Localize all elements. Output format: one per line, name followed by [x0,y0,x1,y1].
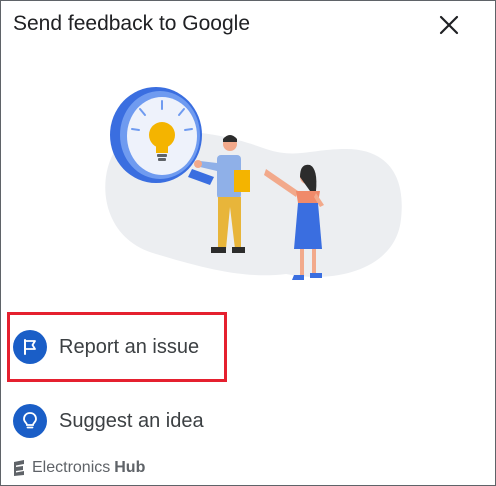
close-icon [439,15,459,35]
report-issue-option[interactable]: Report an issue [9,323,199,371]
lightbulb-icon [13,404,47,438]
report-issue-label: Report an issue [59,335,200,358]
electronics-hub-logo-icon [14,460,24,476]
watermark: Electronics Hub [11,459,145,477]
suggest-idea-label: Suggest an idea [59,409,204,432]
flag-icon [13,330,47,364]
feedback-dialog: Send feedback to Google Report an issue … [0,0,496,486]
watermark-brand-bold: Hub [114,459,146,476]
close-button[interactable] [435,11,463,39]
watermark-brand: Electronics [32,459,111,476]
suggest-idea-option[interactable]: Suggest an idea [9,397,204,445]
dialog-title: Send feedback to Google [13,12,251,35]
feedback-illustration [105,87,402,280]
